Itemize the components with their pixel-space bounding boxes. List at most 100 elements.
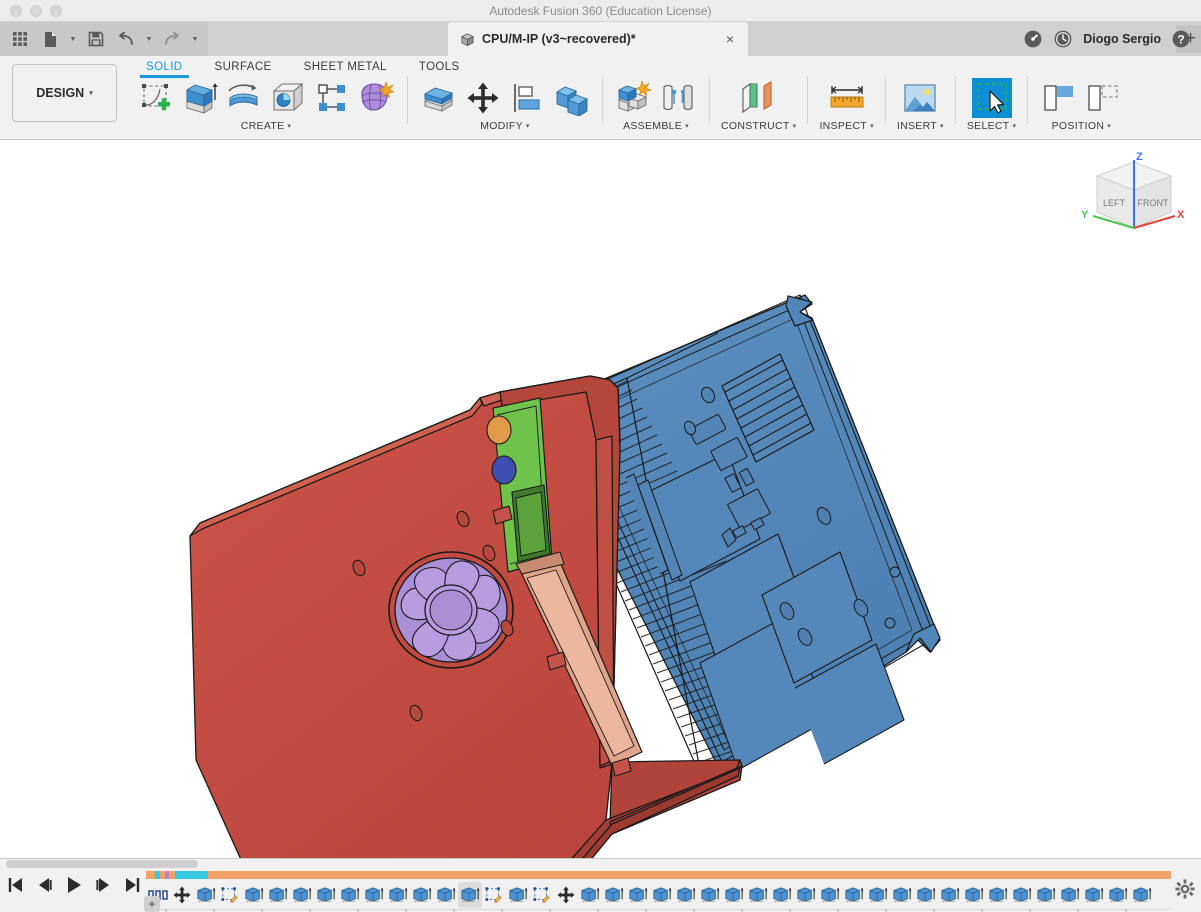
timeline-extrude-feature[interactable] — [962, 882, 986, 908]
float-panel-icon[interactable] — [1083, 78, 1123, 118]
timeline-extrude-feature[interactable] — [506, 882, 530, 908]
new-file-icon[interactable] — [36, 26, 64, 52]
timeline-extrude-feature[interactable] — [194, 882, 218, 908]
undo-icon[interactable] — [112, 26, 140, 52]
timeline-move-icon[interactable] — [170, 882, 194, 908]
timeline-extrude-feature[interactable] — [434, 882, 458, 908]
select-group-label[interactable]: SELECT ▾ — [967, 120, 1016, 132]
timeline-extrude-feature[interactable] — [698, 882, 722, 908]
tab-sheet-metal[interactable]: SHEET METAL — [288, 58, 403, 78]
assemble-group-label[interactable]: ASSEMBLE ▾ — [623, 120, 689, 132]
timeline-extrude-feature[interactable] — [866, 882, 890, 908]
timeline-move-icon[interactable] — [554, 882, 578, 908]
timeline-extrude-feature[interactable] — [1058, 882, 1082, 908]
redo-icon[interactable] — [158, 26, 186, 52]
move-copy-icon[interactable] — [463, 78, 503, 118]
play-button[interactable] — [64, 875, 84, 895]
timeline-zoom-in-button[interactable]: + — [144, 896, 160, 912]
timeline-extrude-feature[interactable] — [674, 882, 698, 908]
revolve-icon[interactable] — [224, 78, 264, 118]
timeline-extrude-feature[interactable] — [914, 882, 938, 908]
step-back-button[interactable] — [35, 876, 53, 894]
go-to-beginning-button[interactable] — [6, 876, 24, 894]
position-group-label[interactable]: POSITION ▾ — [1052, 120, 1111, 132]
close-tab-icon[interactable]: × — [708, 31, 734, 47]
help-icon[interactable]: ? — [1171, 29, 1191, 49]
modify-group-label[interactable]: MODIFY ▾ — [480, 120, 529, 132]
construct-group-label[interactable]: CONSTRUCT ▾ — [721, 120, 796, 132]
timeline-extrude-feature[interactable] — [290, 882, 314, 908]
timeline-extrude-feature[interactable] — [818, 882, 842, 908]
app-grid-icon[interactable] — [6, 26, 34, 52]
timeline-extrude-feature[interactable] — [626, 882, 650, 908]
undo-dropdown-caret[interactable]: ▼ — [142, 26, 156, 52]
timeline-extrude-feature[interactable] — [410, 882, 434, 908]
measure-icon[interactable] — [827, 78, 867, 118]
redo-dropdown-caret[interactable]: ▼ — [188, 26, 202, 52]
timeline-extrude-feature[interactable] — [842, 882, 866, 908]
timeline-track[interactable] — [146, 871, 1171, 912]
timeline-extrude-feature[interactable] — [242, 882, 266, 908]
tab-strip: ▼ ▼ ▼ CPU/M-IP (v3~recovered)* × + Diogo… — [0, 22, 1201, 56]
document-tab[interactable]: CPU/M-IP (v3~recovered)* × — [448, 22, 748, 56]
step-forward-button[interactable] — [95, 876, 113, 894]
create-form-icon[interactable] — [356, 78, 396, 118]
window-title-bar: Autodesk Fusion 360 (Education License) — [0, 0, 1201, 22]
create-group-label[interactable]: CREATE ▾ — [241, 120, 291, 132]
press-pull-icon[interactable] — [419, 78, 459, 118]
hole-icon[interactable] — [268, 78, 308, 118]
tab-surface[interactable]: SURFACE — [199, 58, 288, 78]
timeline-extrude-feature[interactable] — [650, 882, 674, 908]
timeline-extrude-feature[interactable] — [362, 882, 386, 908]
new-component-icon[interactable] — [614, 78, 654, 118]
select-icon[interactable] — [971, 78, 1012, 118]
timeline-extrude-feature[interactable] — [746, 882, 770, 908]
timeline-extrude-feature[interactable] — [1034, 882, 1058, 908]
extrude-icon[interactable] — [180, 78, 220, 118]
timeline-extrude-feature[interactable] — [1082, 882, 1106, 908]
timeline-extrude-feature[interactable] — [602, 882, 626, 908]
timeline-sketch-feature[interactable] — [218, 882, 242, 908]
workspace-switcher-button[interactable]: DESIGN ▾ — [12, 64, 117, 122]
timeline-extrude-feature[interactable] — [266, 882, 290, 908]
view-cube[interactable]: LEFT FRONT Z X Y — [1079, 148, 1189, 243]
inspect-group-label[interactable]: INSPECT ▾ — [819, 120, 873, 132]
timeline-scrollbar[interactable] — [6, 860, 198, 868]
account-username[interactable]: Diogo Sergio — [1083, 32, 1161, 46]
job-status-icon[interactable] — [1023, 29, 1043, 49]
3d-viewport[interactable]: LEFT FRONT Z X Y — [0, 140, 1201, 858]
timeline-extrude-feature[interactable] — [386, 882, 410, 908]
timeline-extrude-feature[interactable] — [890, 882, 914, 908]
timeline-extrude-feature[interactable] — [986, 882, 1010, 908]
timeline-sketch-feature[interactable] — [530, 882, 554, 908]
combine-icon[interactable] — [551, 78, 591, 118]
timeline-extrude-feature[interactable] — [1130, 882, 1154, 908]
pattern-icon[interactable] — [312, 78, 352, 118]
timeline-extrude-feature-selected[interactable] — [458, 882, 482, 908]
tab-tools[interactable]: TOOLS — [403, 58, 476, 78]
timeline-extrude-feature[interactable] — [1010, 882, 1034, 908]
timeline-extrude-feature[interactable] — [314, 882, 338, 908]
recent-documents-icon[interactable] — [1053, 29, 1073, 49]
timeline-sketch-feature[interactable] — [482, 882, 506, 908]
create-sketch-icon[interactable] — [136, 78, 176, 118]
insert-group-label[interactable]: INSERT ▾ — [897, 120, 944, 132]
tab-solid[interactable]: SOLID — [130, 58, 199, 78]
timeline-extrude-feature[interactable] — [1106, 882, 1130, 908]
timeline-extrude-feature[interactable] — [578, 882, 602, 908]
timeline-extrude-feature[interactable] — [794, 882, 818, 908]
timeline-extrude-feature[interactable] — [938, 882, 962, 908]
joint-icon[interactable] — [658, 78, 698, 118]
go-to-end-button[interactable] — [124, 876, 142, 894]
timeline-extrude-feature[interactable] — [338, 882, 362, 908]
timeline-extrude-feature[interactable] — [722, 882, 746, 908]
offset-plane-icon[interactable] — [739, 78, 779, 118]
save-icon[interactable] — [82, 26, 110, 52]
new-file-dropdown-caret[interactable]: ▼ — [66, 26, 80, 52]
insert-image-icon[interactable] — [900, 78, 940, 118]
align-icon[interactable] — [507, 78, 547, 118]
dock-panel-left-icon[interactable] — [1039, 78, 1079, 118]
timeline-settings-gear-icon[interactable] — [1175, 879, 1195, 899]
timeline-extrude-feature[interactable] — [770, 882, 794, 908]
account-bar: Diogo Sergio ? — [1023, 22, 1201, 56]
